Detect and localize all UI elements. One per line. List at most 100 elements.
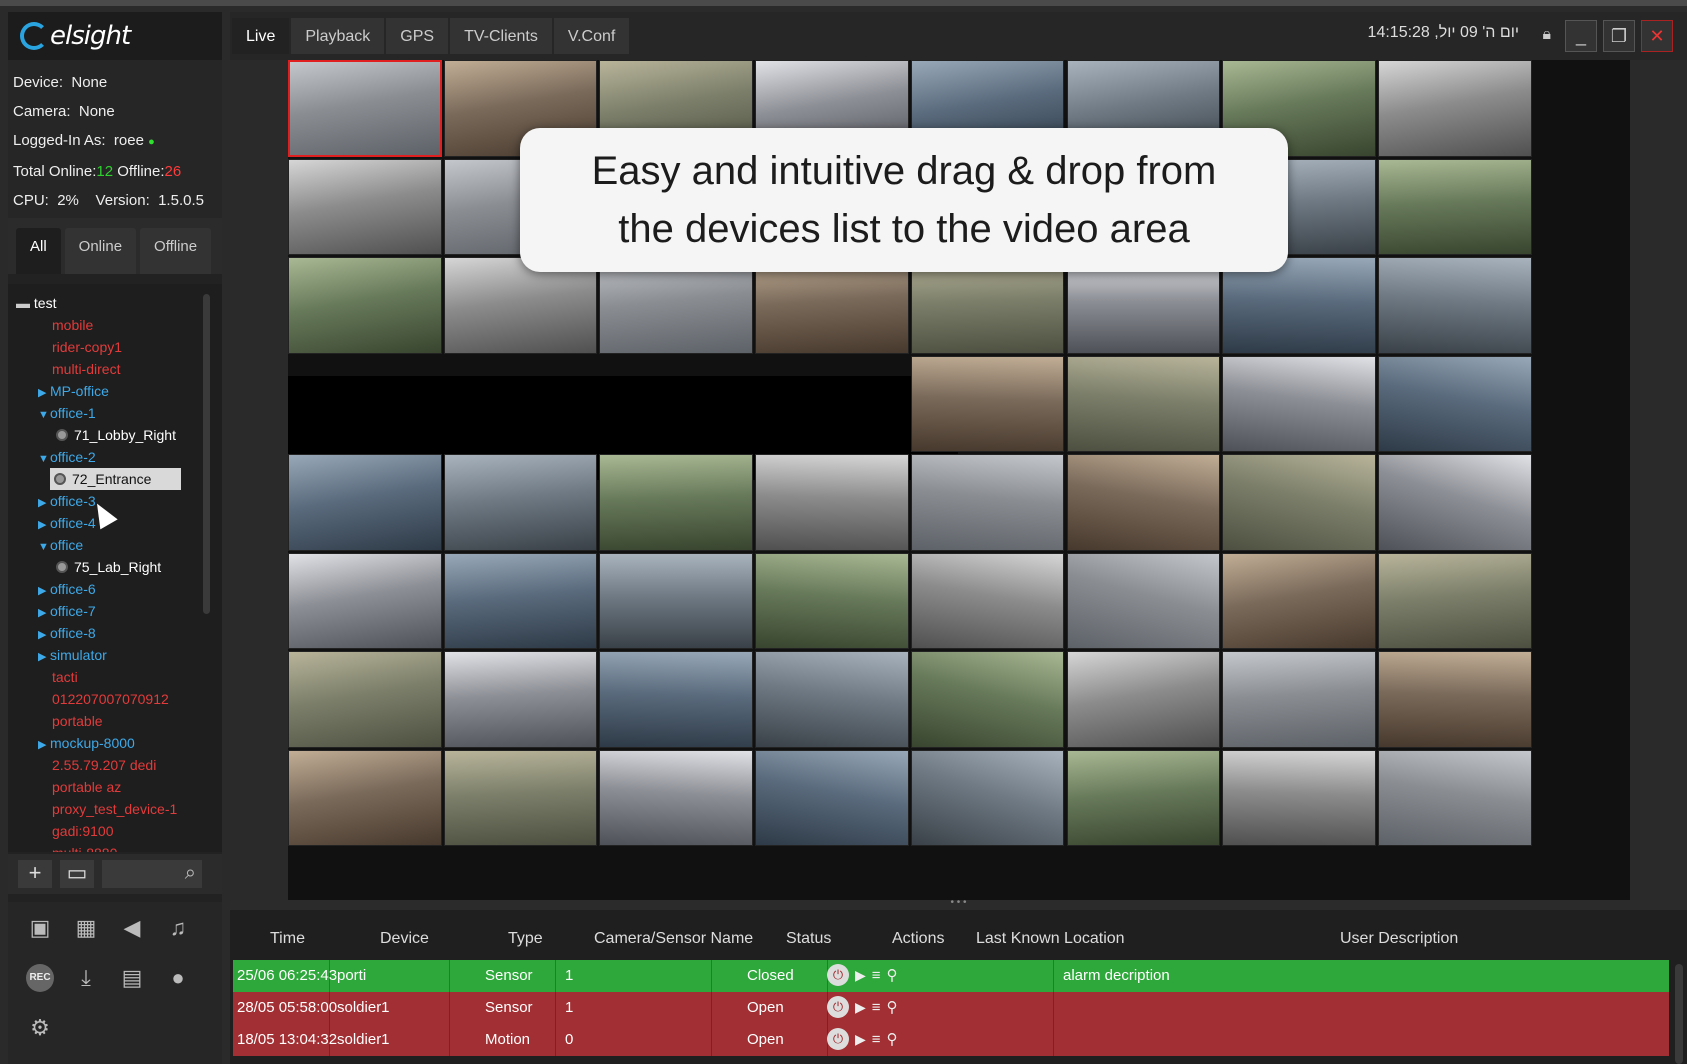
tree-node[interactable]: mobile [8, 314, 222, 336]
expand-down-icon[interactable]: ▼ [38, 448, 50, 470]
tree-node[interactable]: ▶ simulator [8, 644, 222, 666]
tree-node[interactable]: 71_Lobby_Right [8, 424, 222, 446]
video-tile[interactable] [755, 454, 909, 551]
video-tile[interactable] [599, 749, 754, 846]
tab-tv-clients[interactable]: TV-Clients [450, 18, 552, 54]
tab-online[interactable]: Online [64, 228, 137, 274]
play-icon[interactable]: ▶ [855, 1031, 866, 1048]
video-tile[interactable] [910, 651, 1065, 748]
video-tile[interactable] [599, 552, 754, 649]
video-tile[interactable] [1066, 552, 1221, 649]
header-type[interactable]: Type [508, 930, 543, 948]
tab-playback[interactable]: Playback [291, 18, 385, 54]
tree-node[interactable]: tacti [8, 666, 222, 688]
tree-node[interactable]: ▼office-1 [8, 402, 222, 424]
video-tile[interactable] [443, 749, 598, 846]
minimize-button[interactable]: _ [1565, 20, 1597, 52]
header-camera-sensor[interactable]: Camera/Sensor Name [594, 930, 753, 948]
tree-node[interactable]: portable az [8, 776, 222, 798]
video-tile[interactable] [1066, 355, 1221, 452]
video-tile[interactable] [288, 454, 442, 551]
tree-node[interactable]: ▶ mockup-8000 [8, 732, 222, 754]
tree-node[interactable]: 75_Lab_Right [8, 556, 222, 578]
video-tile[interactable] [1066, 454, 1221, 551]
play-icon[interactable]: ▶ [855, 999, 866, 1016]
video-tile[interactable] [443, 454, 598, 551]
close-button[interactable]: ✕ [1641, 20, 1673, 52]
video-tile[interactable] [910, 749, 1065, 846]
tree-node[interactable]: portable [8, 710, 222, 732]
header-time[interactable]: Time [270, 930, 305, 948]
video-tile[interactable] [443, 552, 598, 649]
maximize-button[interactable]: ❐ [1603, 20, 1635, 52]
power-icon[interactable]: ⏻ [827, 996, 849, 1018]
video-tile[interactable] [1377, 651, 1532, 748]
header-status[interactable]: Status [786, 930, 831, 948]
header-description[interactable]: User Description [1340, 930, 1458, 948]
video-tile[interactable] [1222, 454, 1376, 551]
tree-scrollbar[interactable] [203, 294, 210, 614]
tree-node[interactable]: 2.55.79.207 dedi [8, 754, 222, 776]
monitor-icon[interactable]: ▣ [20, 908, 60, 948]
lock-icon[interactable]: 🔒︎ [1542, 26, 1551, 44]
video-tile[interactable] [1377, 749, 1532, 846]
tab-gps[interactable]: GPS [386, 18, 449, 54]
alarm-icon[interactable]: ♫ [158, 908, 198, 948]
tree-root[interactable]: ▬ test [8, 292, 222, 314]
expand-right-icon[interactable]: ▶ [38, 492, 50, 514]
speaker-icon[interactable]: ◀ [112, 908, 152, 948]
expand-right-icon[interactable]: ▶ [38, 602, 50, 624]
video-tile[interactable] [599, 454, 754, 551]
event-row[interactable]: 25/06 06:25:43 porti Sensor 1 Closed alarm de… [233, 960, 1669, 992]
video-tile[interactable] [1377, 454, 1532, 551]
video-tile[interactable] [1222, 651, 1376, 748]
add-folder-button[interactable]: ▭ [60, 860, 94, 888]
expand-right-icon[interactable]: ▶ [38, 580, 50, 602]
video-tile[interactable] [1377, 60, 1532, 157]
header-device[interactable]: Device [380, 930, 429, 948]
header-location[interactable]: Last Known Location [976, 930, 1125, 948]
video-tile[interactable] [443, 651, 598, 748]
location-pin-icon[interactable]: ⚲ [887, 998, 898, 1016]
grid-layout-icon[interactable]: ▦ [66, 908, 106, 948]
selected-camera[interactable]: 72_Entrance [50, 468, 182, 490]
tab-offline[interactable]: Offline [140, 228, 212, 274]
tree-node[interactable]: 72_Entrance [8, 468, 222, 490]
clipboard-icon[interactable]: ▤ [112, 958, 152, 998]
video-tile[interactable] [910, 355, 1065, 452]
event-row[interactable]: 28/05 05:58:00 soldier1 Sensor 1 Open ⏻ ▶ ≡ ⚲ [233, 992, 1669, 1024]
tree-node[interactable]: 012207007070912 [8, 688, 222, 710]
tab-vconf[interactable]: V.Conf [553, 18, 630, 54]
video-tile[interactable] [288, 651, 442, 748]
expand-down-icon[interactable]: ▼ [38, 404, 50, 426]
video-tile[interactable] [1066, 651, 1221, 748]
tree-node[interactable]: multi-direct [8, 358, 222, 380]
tree-node[interactable]: gadi:9100 [8, 820, 222, 842]
list-icon[interactable]: ≡ [872, 1031, 881, 1048]
tree-node[interactable]: ▶ office-3 [8, 490, 222, 512]
tree-node[interactable]: ▼office [8, 534, 222, 556]
expand-right-icon[interactable]: ▶ [38, 646, 50, 668]
video-tile[interactable] [288, 257, 442, 354]
expand-right-icon[interactable]: ▶ [38, 514, 50, 536]
tree-node[interactable]: ▶ MP-office [8, 380, 222, 402]
events-scrollbar[interactable] [1675, 964, 1683, 1064]
video-tile[interactable] [1377, 355, 1532, 452]
video-tile[interactable] [755, 552, 909, 649]
video-tile[interactable] [288, 60, 442, 157]
event-row[interactable]: 18/05 13:04:32 soldier1 Motion 0 Open ⏻ ▶ ≡ ⚲ [233, 1024, 1669, 1056]
video-tile[interactable] [288, 552, 442, 649]
tab-live[interactable]: Live [232, 18, 290, 54]
video-tile[interactable] [1377, 158, 1532, 255]
video-tile[interactable] [910, 552, 1065, 649]
video-tile[interactable] [1377, 257, 1532, 354]
video-tile[interactable] [1066, 749, 1221, 846]
video-tile[interactable] [1222, 355, 1376, 452]
chat-icon[interactable]: ● [158, 958, 198, 998]
tree-node[interactable]: ▶ office-8 [8, 622, 222, 644]
settings-icon[interactable]: ⚙ [20, 1008, 60, 1048]
download-icon[interactable]: ⤓ [66, 958, 106, 998]
tree-node[interactable]: ▼office-2 [8, 446, 222, 468]
panel-splitter[interactable]: • • • [230, 898, 1687, 910]
video-tile[interactable] [1222, 749, 1376, 846]
